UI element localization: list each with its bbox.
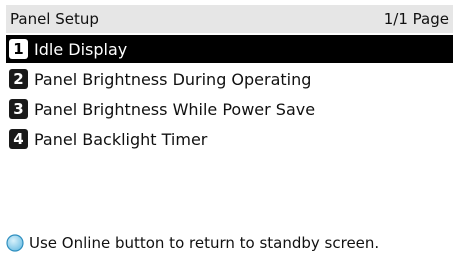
online-button-icon	[6, 234, 24, 252]
footer-hint-text: Use Online button to return to standby s…	[29, 234, 380, 252]
number-4-icon: 4	[9, 129, 28, 149]
menu-item-idle-display[interactable]: 1 Idle Display	[6, 35, 453, 63]
menu-item-label: Panel Brightness During Operating	[34, 69, 312, 89]
menu-item-panel-brightness-power-save[interactable]: 3 Panel Brightness While Power Save	[6, 95, 453, 123]
page-title: Panel Setup	[10, 10, 99, 28]
menu-list: 1 Idle Display 2 Panel Brightness During…	[6, 35, 453, 155]
status-hint: Use Online button to return to standby s…	[6, 232, 453, 254]
menu-item-label: Panel Brightness While Power Save	[34, 99, 316, 119]
menu-item-panel-brightness-during-operating[interactable]: 2 Panel Brightness During Operating	[6, 65, 453, 93]
number-2-icon: 2	[9, 69, 28, 89]
number-3-icon: 3	[9, 99, 28, 119]
number-1-icon: 1	[9, 39, 28, 59]
panel-setup-screen: Panel Setup 1/1 Page 1 Idle Display 2 Pa…	[6, 5, 453, 253]
page-indicator: 1/1 Page	[383, 10, 449, 28]
menu-item-label: Idle Display	[34, 39, 128, 59]
menu-item-label: Panel Backlight Timer	[34, 129, 208, 149]
menu-item-panel-backlight-timer[interactable]: 4 Panel Backlight Timer	[6, 125, 453, 153]
title-bar: Panel Setup 1/1 Page	[6, 5, 453, 33]
